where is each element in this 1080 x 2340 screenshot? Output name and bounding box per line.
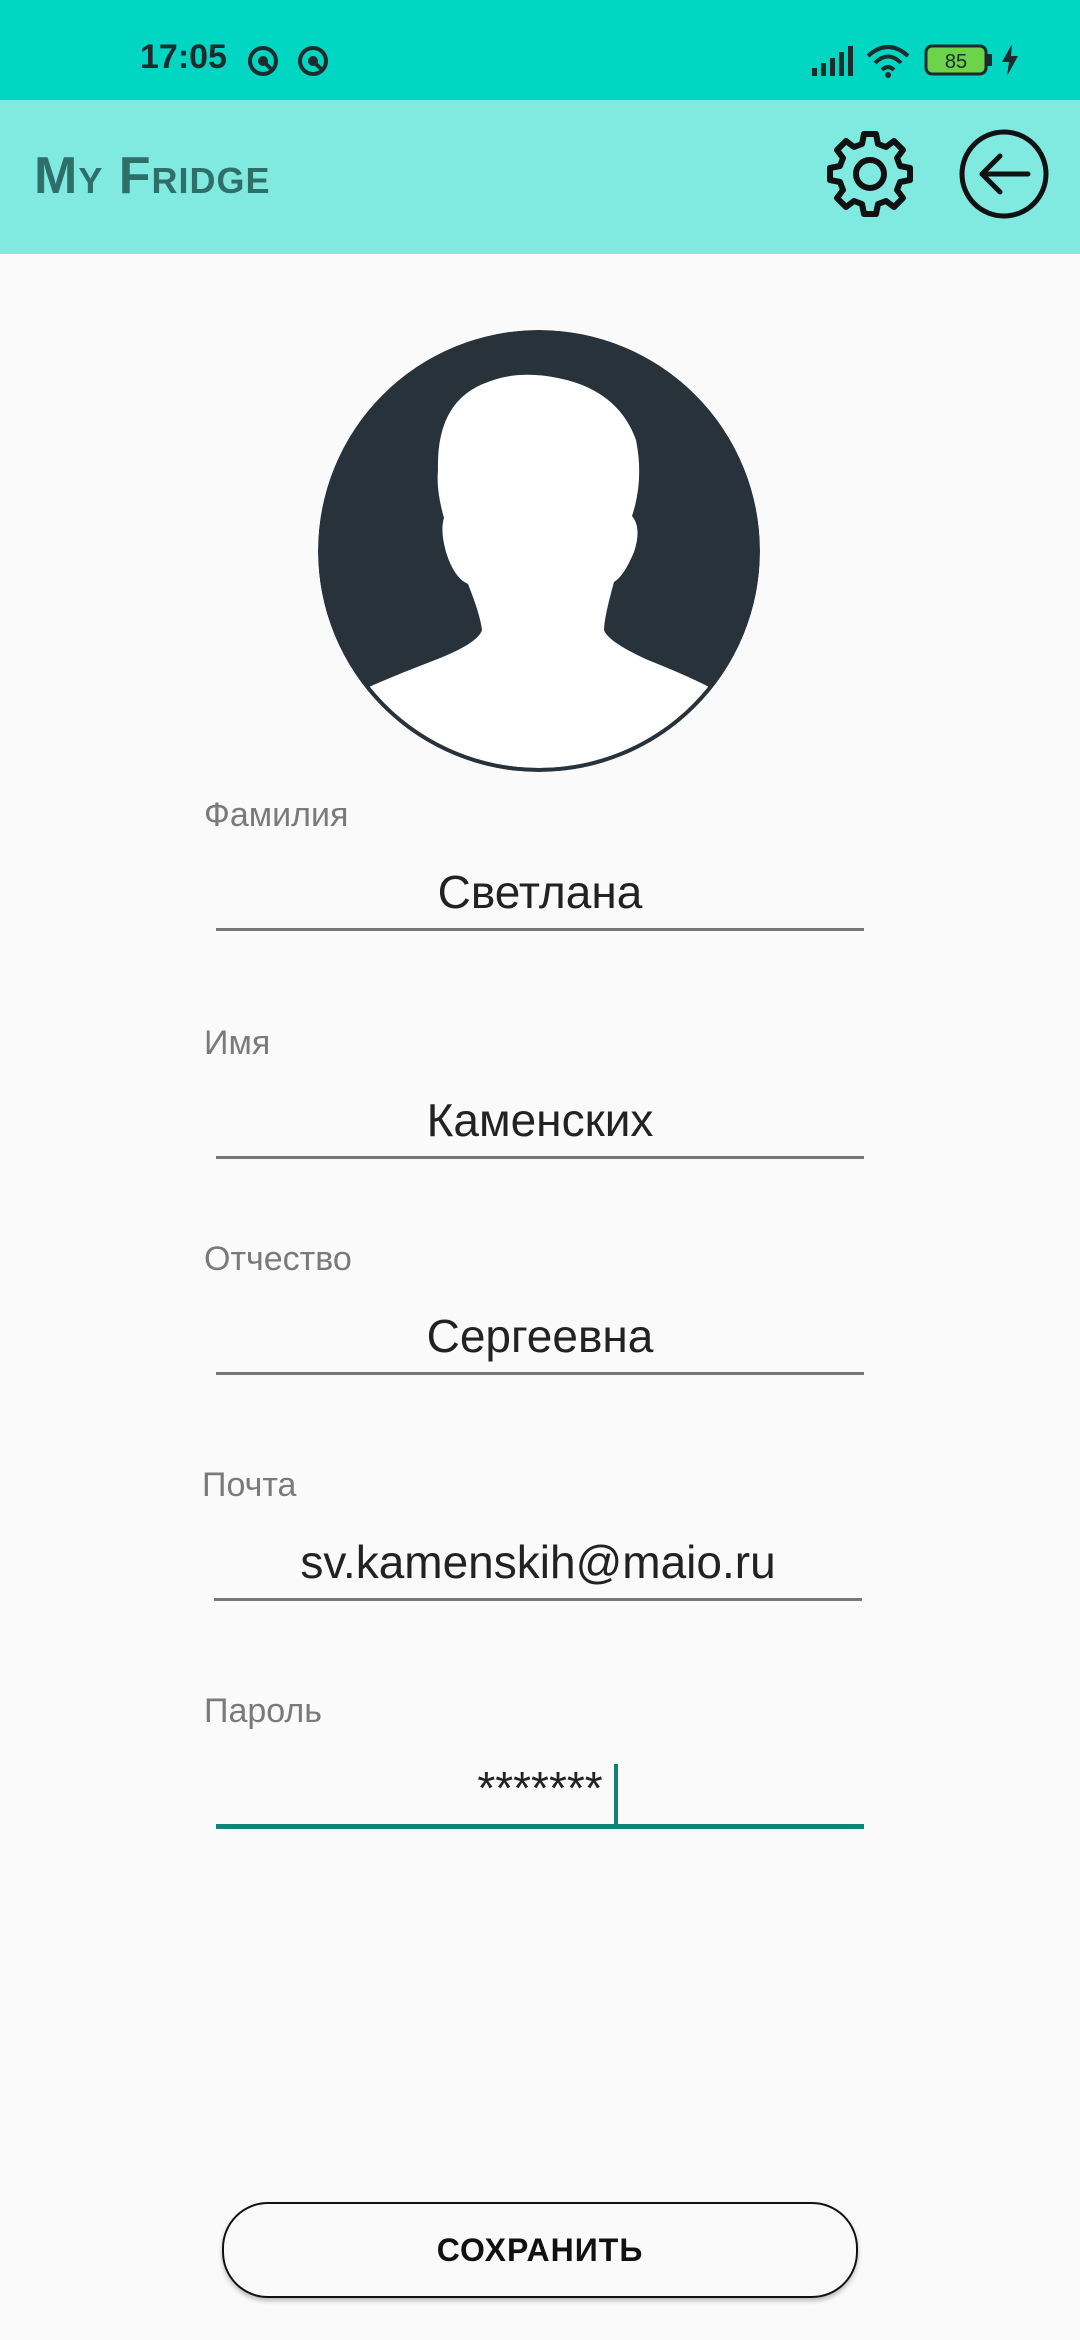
field-label: Почта [202,1466,297,1504]
svg-text:85: 85 [945,51,967,73]
status-bar: 17:05 85 [0,0,1080,100]
patronymic-input[interactable] [216,1300,864,1375]
wifi-icon [866,44,910,82]
back-arrow-icon [958,128,1050,224]
back-button[interactable] [956,128,1052,224]
profile-avatar[interactable] [318,330,760,772]
email-input[interactable] [214,1526,862,1601]
field-label: Отчество [204,1240,352,1278]
text-cursor [614,1764,618,1828]
signal-icon [810,46,854,80]
settings-button[interactable] [822,128,918,224]
field-label: Пароль [204,1692,322,1730]
person-avatar-icon [318,330,760,772]
password-input[interactable] [216,1752,864,1829]
sync-icon [296,44,330,82]
sync-icon [246,44,280,82]
app-bar: My Fridge [0,100,1080,254]
first-name-input[interactable] [216,1084,864,1159]
gear-icon [824,128,916,224]
battery-icon: 85 [924,44,994,80]
field-label: Фамилия [204,796,349,834]
field-label: Имя [204,1024,271,1062]
status-time: 17:05 [140,38,227,76]
last-name-input[interactable] [216,856,864,931]
app-title: My Fridge [34,147,271,205]
save-button[interactable]: СОХРАНИТЬ [222,2202,858,2298]
charging-icon [1000,44,1020,80]
